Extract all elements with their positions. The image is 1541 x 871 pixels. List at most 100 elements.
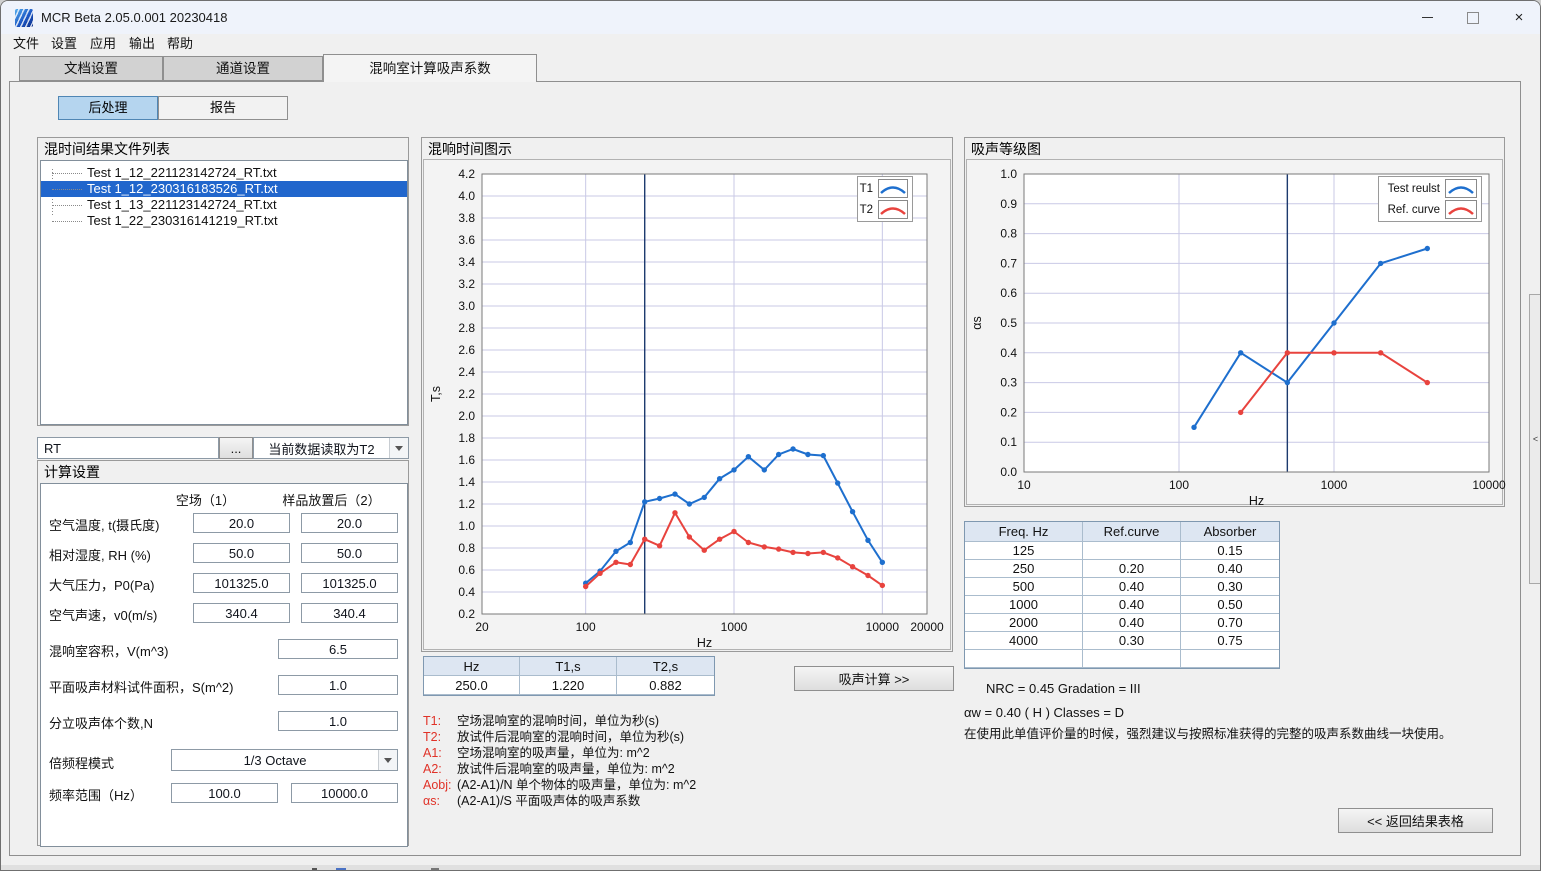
chevron-down-icon[interactable] bbox=[378, 750, 397, 770]
file-item[interactable]: Test 1_12_221123142724_RT.txt bbox=[41, 165, 407, 181]
legend-label-ref: Ref. curve bbox=[1388, 204, 1440, 216]
window-title: MCR Beta 2.05.0.001 20230418 bbox=[41, 1, 227, 34]
label-freq-range: 频率范围（Hz） bbox=[49, 785, 143, 804]
absorption-calc-button[interactable]: 吸声计算 >> bbox=[794, 666, 954, 691]
room-volume-field[interactable]: 6.5 bbox=[278, 639, 398, 659]
app-icon bbox=[15, 9, 33, 27]
svg-text:3.4: 3.4 bbox=[458, 255, 475, 269]
col-empty-room: 空场（1） bbox=[157, 490, 254, 509]
sound-speed-field-1[interactable]: 340.4 bbox=[193, 603, 290, 623]
freq-cell: 0.40 bbox=[1181, 560, 1279, 578]
humidity-field-1[interactable]: 50.0 bbox=[193, 543, 290, 563]
curve-icon-red bbox=[1445, 200, 1477, 219]
freq-cell: 0.75 bbox=[1181, 632, 1279, 650]
svg-text:20000: 20000 bbox=[910, 620, 944, 634]
rt-table-header: T1,s bbox=[520, 657, 617, 676]
svg-text:1000: 1000 bbox=[721, 620, 748, 634]
menu-help[interactable]: 帮助 bbox=[165, 34, 195, 54]
taskbar-sliver bbox=[1, 865, 1541, 871]
label-sound-speed: 空气声速，v0(m/s) bbox=[49, 605, 157, 624]
subtab-report[interactable]: 报告 bbox=[158, 96, 288, 120]
svg-text:3.0: 3.0 bbox=[458, 299, 475, 313]
svg-text:1.0: 1.0 bbox=[1000, 167, 1017, 181]
freq-cell bbox=[1083, 542, 1181, 560]
browse-button[interactable]: ... bbox=[219, 437, 253, 459]
tab-reverb-absorption[interactable]: 混响室计算吸声系数 bbox=[323, 54, 537, 82]
rt-chart-title: 混响时间图示 bbox=[422, 138, 952, 160]
rt-chart[interactable]: 4.24.03.83.63.43.23.02.82.62.42.22.01.81… bbox=[424, 160, 952, 651]
rt-table-cell: 250.0 bbox=[424, 676, 520, 695]
svg-text:100: 100 bbox=[1169, 478, 1189, 492]
subtab-postprocess[interactable]: 后处理 bbox=[58, 96, 158, 120]
temperature-field-2[interactable]: 20.0 bbox=[301, 513, 398, 533]
freq-cell: 125 bbox=[965, 542, 1083, 560]
svg-text:Hz: Hz bbox=[697, 636, 712, 650]
menu-settings[interactable]: 设置 bbox=[49, 34, 79, 54]
maximize-button[interactable] bbox=[1450, 1, 1496, 34]
temperature-field-1[interactable]: 20.0 bbox=[193, 513, 290, 533]
svg-text:0.6: 0.6 bbox=[1000, 286, 1017, 300]
rt-name-input[interactable]: RT bbox=[37, 437, 219, 459]
svg-text:20: 20 bbox=[475, 620, 489, 634]
single-value-warning: 在使用此单值评价量的时候，强烈建议与按照标准获得的完整的吸声系数曲线一块使用。 bbox=[964, 723, 1452, 742]
svg-text:0.4: 0.4 bbox=[1000, 346, 1017, 360]
data-read-combo[interactable]: 当前数据读取为T2 bbox=[253, 437, 409, 459]
menu-apply[interactable]: 应用 bbox=[88, 34, 118, 54]
note-as: αs:(A2-A1)/S 平面吸声体的吸声系数 bbox=[423, 793, 640, 809]
label-pressure: 大气压力，P0(Pa) bbox=[49, 575, 154, 594]
svg-text:1.6: 1.6 bbox=[458, 453, 475, 467]
file-item[interactable]: Test 1_13_221123142724_RT.txt bbox=[41, 197, 407, 213]
svg-text:0.8: 0.8 bbox=[458, 541, 475, 555]
file-list[interactable]: Test 1_12_221123142724_RT.txt Test 1_12_… bbox=[40, 160, 408, 425]
chevron-down-icon[interactable] bbox=[389, 438, 408, 458]
svg-text:2.0: 2.0 bbox=[458, 409, 475, 423]
octave-mode-value: 1/3 Octave bbox=[172, 753, 378, 768]
col-with-sample: 样品放置后（2） bbox=[265, 490, 398, 509]
menu-output[interactable]: 输出 bbox=[127, 34, 157, 54]
svg-text:1000: 1000 bbox=[1321, 478, 1348, 492]
tab-channel-settings[interactable]: 通道设置 bbox=[163, 56, 323, 81]
humidity-field-2[interactable]: 50.0 bbox=[301, 543, 398, 563]
svg-text:3.2: 3.2 bbox=[458, 277, 475, 291]
pressure-field-1[interactable]: 101325.0 bbox=[193, 573, 290, 593]
minimize-button[interactable] bbox=[1404, 1, 1450, 34]
svg-text:0.1: 0.1 bbox=[1000, 435, 1017, 449]
file-item[interactable]: Test 1_22_230316141219_RT.txt bbox=[41, 213, 407, 229]
sample-area-field[interactable]: 1.0 bbox=[278, 675, 398, 695]
nrc-result: NRC = 0.45 Gradation = III bbox=[986, 681, 1141, 696]
svg-text:10: 10 bbox=[1017, 478, 1031, 492]
aw-result: αw = 0.40 ( H ) Classes = D bbox=[964, 705, 1124, 720]
freq-min-field[interactable]: 100.0 bbox=[171, 783, 278, 803]
tab-document-settings[interactable]: 文档设置 bbox=[19, 56, 163, 81]
freq-cell bbox=[965, 650, 1083, 668]
svg-text:0.9: 0.9 bbox=[1000, 197, 1017, 211]
note-a2: A2:放试件后混响室的吸声量，单位为: m^2 bbox=[423, 761, 675, 777]
back-to-results-button[interactable]: << 返回结果表格 bbox=[1338, 808, 1493, 833]
app-window: MCR Beta 2.05.0.001 20230418 × 文件 设置 应用 … bbox=[0, 0, 1541, 871]
freq-max-field[interactable]: 10000.0 bbox=[291, 783, 398, 803]
freq-cell: 0.40 bbox=[1083, 578, 1181, 596]
rt-chart-area[interactable]: 4.24.03.83.63.43.23.02.82.62.42.22.01.81… bbox=[423, 159, 951, 650]
label-absorber-count: 分立吸声体个数,N bbox=[49, 713, 153, 732]
minimize-icon bbox=[1422, 17, 1433, 18]
note-t2: T2:放试件后混响室的混响时间，单位为秒(s) bbox=[423, 729, 684, 745]
pressure-field-2[interactable]: 101325.0 bbox=[301, 573, 398, 593]
svg-text:0.2: 0.2 bbox=[1000, 405, 1017, 419]
svg-text:100: 100 bbox=[576, 620, 596, 634]
label-room-volume: 混响室容积，V(m^3) bbox=[49, 641, 169, 660]
absorber-count-field[interactable]: 1.0 bbox=[278, 711, 398, 731]
rt-chart-legend: T1 T2 bbox=[857, 176, 913, 222]
file-item-selected[interactable]: Test 1_12_230316183526_RT.txt bbox=[41, 181, 407, 197]
sound-speed-field-2[interactable]: 340.4 bbox=[301, 603, 398, 623]
svg-text:4.2: 4.2 bbox=[458, 167, 475, 181]
freq-cell: 4000 bbox=[965, 632, 1083, 650]
legend-entry-t2: T2 bbox=[862, 200, 908, 219]
calc-settings-title: 计算设置 bbox=[38, 461, 408, 483]
octave-mode-combo[interactable]: 1/3 Octave bbox=[171, 749, 398, 771]
freq-cell: 0.30 bbox=[1181, 578, 1279, 596]
close-button[interactable]: × bbox=[1496, 1, 1541, 34]
freq-cell: 2000 bbox=[965, 614, 1083, 632]
menu-file[interactable]: 文件 bbox=[11, 34, 41, 54]
collapse-panel-handle[interactable]: < bbox=[1529, 294, 1541, 584]
label-humidity: 相对湿度, RH (%) bbox=[49, 545, 151, 564]
